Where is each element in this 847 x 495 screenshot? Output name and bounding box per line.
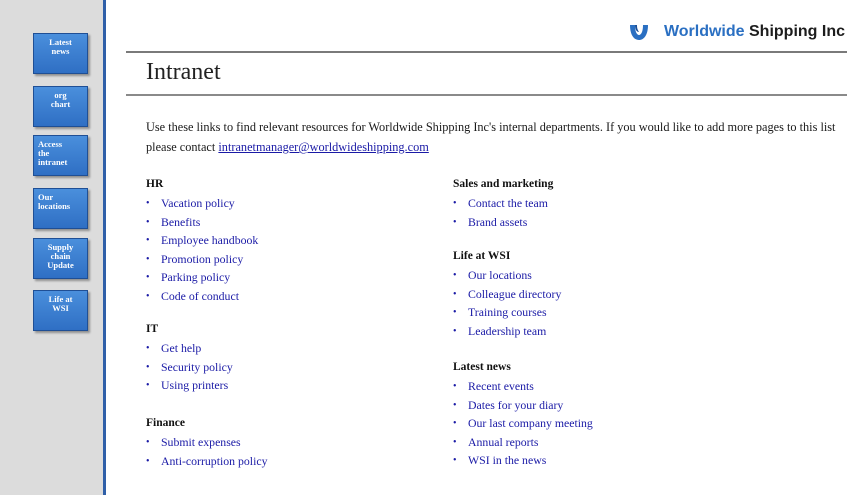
section-heading: Latest news <box>453 361 511 373</box>
link-anti-corruption-policy[interactable]: Anti-corruption policy <box>153 454 267 468</box>
section-heading: IT <box>146 323 159 335</box>
link-training-courses[interactable]: Training courses <box>460 305 547 319</box>
title-divider <box>126 94 847 96</box>
shipping-logo-icon <box>629 25 648 40</box>
list-item[interactable]: Our locations <box>453 267 561 286</box>
section-heading: HR <box>146 178 164 190</box>
sidebar-item-label: Latest news <box>49 37 72 56</box>
sidebar-item-label: Supply chain Update <box>47 242 74 270</box>
link-annual-reports[interactable]: Annual reports <box>460 435 538 449</box>
link-dates-for-your-diary[interactable]: Dates for your diary <box>460 398 563 412</box>
sidebar-item-access-intranet[interactable]: Access the intranet <box>33 135 88 176</box>
link-submit-expenses[interactable]: Submit expenses <box>153 435 241 449</box>
sidebar-item-latest-news[interactable]: Latest news <box>33 33 88 74</box>
section-finance: Finance Submit expenses Anti-corruption … <box>146 417 267 471</box>
intranet-page: Latest news org chart Access the intrane… <box>0 0 847 495</box>
list-item[interactable]: Leadership team <box>453 323 561 342</box>
list-item[interactable]: Vacation policy <box>146 195 258 214</box>
list-item[interactable]: Anti-corruption policy <box>146 453 267 472</box>
link-colleague-directory[interactable]: Colleague directory <box>460 287 561 301</box>
link-benefits[interactable]: Benefits <box>153 215 200 229</box>
list-item[interactable]: Using printers <box>146 377 233 396</box>
list-item[interactable]: Dates for your diary <box>453 397 593 416</box>
link-recent-events[interactable]: Recent events <box>460 379 534 393</box>
link-promotion-policy[interactable]: Promotion policy <box>153 252 243 266</box>
sidebar-item-org-chart[interactable]: org chart <box>33 86 88 127</box>
list-item[interactable]: Contact the team <box>453 195 553 214</box>
link-security-policy[interactable]: Security policy <box>153 360 233 374</box>
list-item[interactable]: Security policy <box>146 359 233 378</box>
link-brand-assets[interactable]: Brand assets <box>460 215 527 229</box>
section-hr: HR Vacation policy Benefits Employee han… <box>146 178 258 307</box>
list-item[interactable]: Our last company meeting <box>453 415 593 434</box>
link-code-of-conduct[interactable]: Code of conduct <box>153 289 239 303</box>
list-item[interactable]: WSI in the news <box>453 452 593 471</box>
list-item[interactable]: Get help <box>146 340 233 359</box>
link-get-help[interactable]: Get help <box>153 341 201 355</box>
sidebar-item-life-at-wsi[interactable]: Life at WSI <box>33 290 88 331</box>
list-item[interactable]: Promotion policy <box>146 251 258 270</box>
page-title: Intranet <box>146 59 221 85</box>
link-contact-the-team[interactable]: Contact the team <box>460 196 548 210</box>
section-life-at-wsi: Life at WSI Our locations Colleague dire… <box>453 250 561 341</box>
sidebar: Latest news org chart Access the intrane… <box>0 0 106 495</box>
list-item[interactable]: Colleague directory <box>453 286 561 305</box>
logo-word-shipping-inc: Shipping Inc <box>749 23 845 40</box>
link-our-locations[interactable]: Our locations <box>460 268 532 282</box>
logo-word-worldwide: Worldwide <box>663 23 745 40</box>
intro-paragraph: Use these links to find relevant resourc… <box>146 117 836 157</box>
sidebar-item-label: org chart <box>50 90 71 109</box>
section-latest-news: Latest news Recent events Dates for your… <box>453 361 593 471</box>
list-item[interactable]: Submit expenses <box>146 434 267 453</box>
link-wsi-in-the-news[interactable]: WSI in the news <box>460 453 546 467</box>
company-logo[interactable]: Worldwide Shipping Inc <box>628 21 845 43</box>
list-item[interactable]: Employee handbook <box>146 232 258 251</box>
section-heading: Finance <box>146 417 185 429</box>
sidebar-item-label: Our locations <box>38 192 71 211</box>
sidebar-item-label: Access the intranet <box>38 139 68 167</box>
link-leadership-team[interactable]: Leadership team <box>460 324 546 338</box>
sidebar-item-our-locations[interactable]: Our locations <box>33 188 88 229</box>
list-item[interactable]: Annual reports <box>453 434 593 453</box>
sidebar-item-supply-chain[interactable]: Supply chain Update <box>33 238 88 279</box>
list-item[interactable]: Code of conduct <box>146 288 258 307</box>
link-parking-policy[interactable]: Parking policy <box>153 270 230 284</box>
section-it: IT Get help Security policy Using printe… <box>146 323 233 396</box>
link-using-printers[interactable]: Using printers <box>153 378 228 392</box>
section-sales-marketing: Sales and marketing Contact the team Bra… <box>453 178 553 232</box>
link-vacation-policy[interactable]: Vacation policy <box>153 196 235 210</box>
sidebar-item-label: Life at WSI <box>48 294 73 313</box>
list-item[interactable]: Recent events <box>453 378 593 397</box>
list-item[interactable]: Training courses <box>453 304 561 323</box>
link-last-company-meeting[interactable]: Our last company meeting <box>460 416 593 430</box>
section-heading: Sales and marketing <box>453 178 554 190</box>
list-item[interactable]: Parking policy <box>146 269 258 288</box>
list-item[interactable]: Brand assets <box>453 214 553 233</box>
header-divider <box>126 51 847 53</box>
contact-email-link[interactable]: intranetmanager@worldwideshipping.com <box>218 140 428 154</box>
logo-text: Worldwide Shipping Inc <box>664 23 845 41</box>
section-heading: Life at WSI <box>453 250 511 262</box>
link-employee-handbook[interactable]: Employee handbook <box>153 233 258 247</box>
list-item[interactable]: Benefits <box>146 214 258 233</box>
